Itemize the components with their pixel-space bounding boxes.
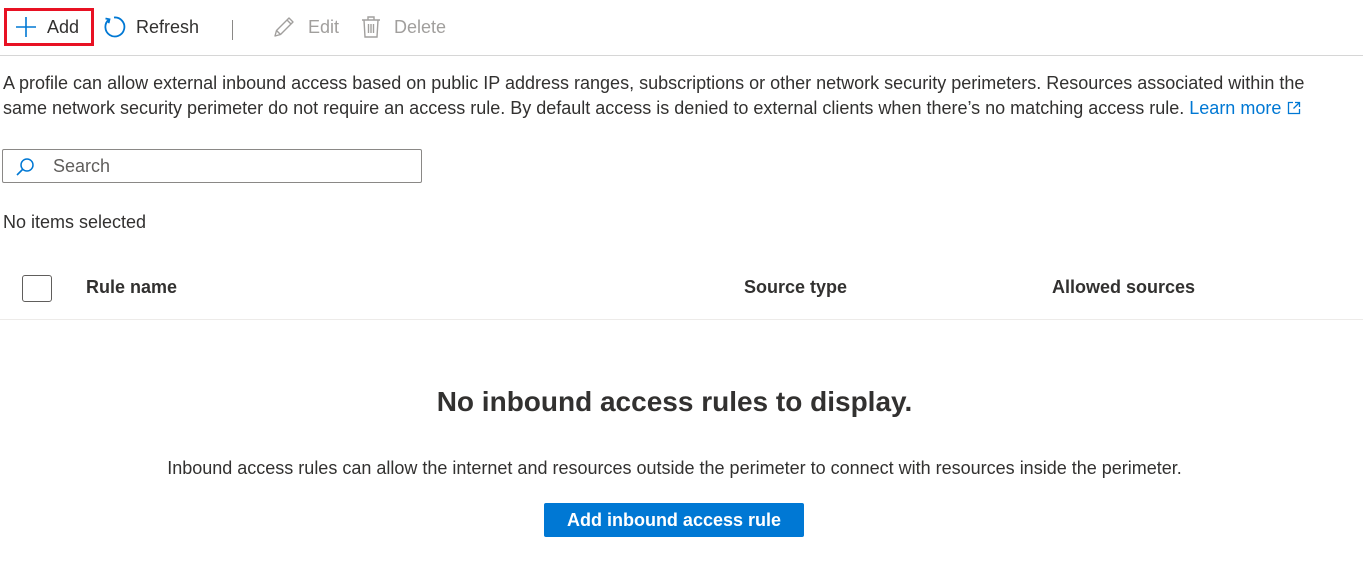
column-header-rule-name[interactable]: Rule name (86, 277, 177, 298)
empty-state-description: Inbound access rules can allow the inter… (167, 458, 1182, 478)
grid-header: Rule name Source type Allowed sources (0, 262, 1363, 320)
description-text: A profile can allow external inbound acc… (3, 73, 1305, 118)
column-header-allowed-sources[interactable]: Allowed sources (1052, 277, 1195, 298)
search-icon (15, 157, 35, 182)
edit-button-label: Edit (308, 16, 340, 37)
refresh-button[interactable]: Refresh (102, 8, 199, 46)
delete-button-label: Delete (394, 16, 447, 37)
trash-icon (360, 15, 382, 39)
search-box[interactable] (2, 149, 422, 183)
selection-status: No items selected (3, 212, 147, 232)
add-button[interactable]: Add (4, 8, 94, 46)
plus-icon (15, 16, 37, 38)
learn-more-link[interactable]: Learn more (1189, 98, 1301, 118)
empty-state-title: No inbound access rules to display. (436, 386, 913, 417)
description: A profile can allow external inbound acc… (3, 71, 1343, 122)
delete-button[interactable]: Delete (360, 8, 446, 46)
add-inbound-access-rule-button[interactable]: Add inbound access rule (544, 503, 804, 537)
add-button-label: Add (47, 16, 80, 37)
learn-more-label: Learn more (1189, 98, 1282, 118)
toolbar-divider (232, 20, 233, 40)
search-input[interactable] (53, 150, 413, 182)
pencil-icon (272, 15, 296, 39)
external-link-icon (1287, 97, 1301, 122)
select-all-checkbox[interactable] (22, 275, 52, 302)
refresh-icon (102, 15, 126, 39)
refresh-button-label: Refresh (136, 16, 200, 37)
column-header-source-type[interactable]: Source type (744, 277, 847, 298)
edit-button[interactable]: Edit (272, 8, 339, 46)
command-bar: Add Refresh Edit Delete (0, 0, 1363, 56)
